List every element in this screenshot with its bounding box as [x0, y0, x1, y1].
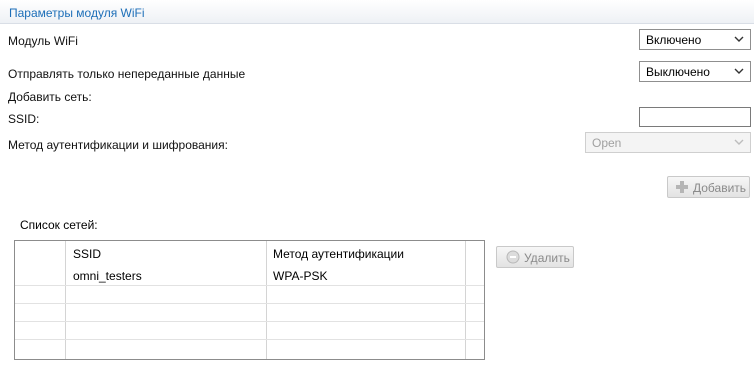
column-header-auth[interactable]: Метод аутентификации [273, 247, 404, 261]
auth-method-select[interactable]: Open [585, 132, 751, 153]
row-divider [15, 321, 484, 322]
row-ssid: omni_testers [73, 269, 142, 283]
delete-button[interactable]: Удалить [496, 246, 574, 268]
row-divider [15, 303, 484, 304]
chevron-down-icon [734, 139, 744, 145]
row-divider [15, 339, 484, 340]
column-divider [266, 241, 267, 359]
send-only-select[interactable]: Выключено [639, 61, 751, 82]
row-divider [15, 285, 484, 286]
auth-method-value: Open [592, 136, 622, 150]
ssid-label: SSID: [8, 112, 40, 126]
send-only-label: Отправлять только непереданные данные [8, 67, 246, 81]
delete-icon [506, 250, 520, 264]
panel-header: Параметры модуля WiFi [0, 0, 754, 24]
auth-method-label: Метод аутентификации и шифрования: [8, 138, 228, 152]
chevron-down-icon [734, 68, 744, 74]
add-button[interactable]: Добавить [667, 176, 750, 198]
column-header-ssid[interactable]: SSID [73, 247, 101, 261]
chevron-down-icon [734, 36, 744, 42]
ssid-input[interactable] [639, 107, 751, 127]
column-divider [465, 241, 466, 359]
add-network-label: Добавить сеть: [8, 90, 92, 104]
column-divider [65, 241, 66, 359]
network-list-label: Список сетей: [20, 218, 98, 232]
row-auth: WPA-PSK [273, 269, 328, 283]
network-table[interactable]: SSID Метод аутентификации omni_testers W… [14, 240, 485, 360]
delete-button-label: Удалить [524, 251, 570, 265]
plus-icon [676, 181, 688, 193]
panel-title: Параметры модуля WiFi [9, 6, 145, 20]
wifi-module-value: Включено [646, 33, 702, 47]
add-button-label: Добавить [693, 181, 747, 195]
wifi-module-select[interactable]: Включено [639, 29, 751, 50]
wifi-module-label: Модуль WiFi [8, 34, 78, 48]
send-only-value: Выключено [646, 65, 710, 79]
